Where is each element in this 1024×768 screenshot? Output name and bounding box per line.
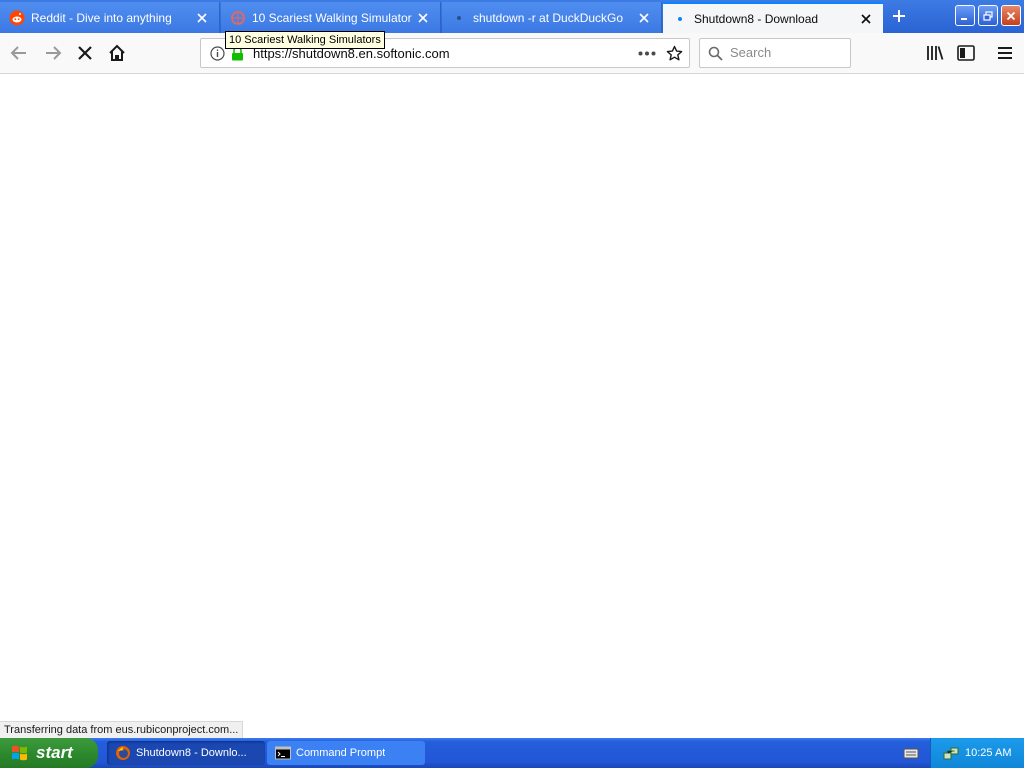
duckduckgo-icon — [451, 10, 467, 26]
start-label: start — [36, 743, 73, 762]
tab-title: Shutdown8 - Download — [694, 11, 819, 26]
forward-arrow-icon — [46, 46, 62, 60]
close-icon[interactable] — [191, 7, 213, 29]
firefox-icon — [116, 746, 130, 760]
page-content[interactable] — [0, 74, 1024, 738]
forward-button[interactable] — [38, 38, 68, 68]
system-tray: 10:25 AM — [930, 738, 1024, 768]
back-arrow-icon — [10, 46, 26, 60]
firefox-window: Reddit - Dive into anything 10 Scariest … — [0, 0, 1024, 738]
page-actions-icon[interactable] — [638, 51, 656, 56]
sidebar-icon — [957, 45, 975, 61]
tab-reddit[interactable]: Reddit - Dive into anything — [0, 2, 220, 33]
taskbar-item-firefox[interactable]: Shutdown8 - Downlo... — [107, 741, 265, 765]
stop-button[interactable] — [70, 38, 100, 68]
home-icon — [109, 44, 125, 61]
site-icon — [230, 10, 246, 26]
search-icon — [708, 46, 723, 61]
status-panel: Transferring data from eus.rubiconprojec… — [0, 721, 244, 738]
tab-strip: Reddit - Dive into anything 10 Scariest … — [0, 0, 1024, 33]
search-bar[interactable] — [699, 38, 851, 68]
windows-logo-icon — [12, 745, 27, 761]
restore-icon — [983, 10, 993, 21]
close-icon[interactable] — [633, 7, 655, 29]
window-close-button[interactable] — [1001, 5, 1021, 26]
tab-tooltip: 10 Scariest Walking Simulators — [225, 31, 385, 49]
new-tab-button[interactable] — [884, 2, 914, 30]
plus-icon — [893, 10, 905, 22]
taskbar-item-label: Shutdown8 - Downlo... — [136, 747, 247, 759]
restore-button[interactable] — [978, 5, 998, 26]
clock: 10:25 AM — [965, 747, 1012, 759]
stop-icon — [78, 46, 92, 60]
navigation-toolbar: https://shutdown8.en.softonic.com — [0, 33, 1024, 74]
tab-title: shutdown -r at DuckDuckGo — [473, 10, 624, 25]
close-icon[interactable] — [855, 8, 877, 30]
taskbar-item-command-prompt[interactable]: Command Prompt — [267, 741, 425, 765]
minimize-button[interactable] — [955, 5, 975, 26]
reddit-icon — [9, 10, 25, 26]
back-button[interactable] — [4, 38, 34, 68]
taskbar: start Shutdown8 - Downlo... Command Prom… — [0, 738, 1024, 768]
keyboard-icon[interactable] — [903, 745, 919, 761]
close-icon[interactable] — [412, 7, 434, 29]
tab-title: 10 Scariest Walking Simulators — [252, 10, 412, 25]
command-prompt-icon — [275, 746, 291, 760]
start-button[interactable]: start — [0, 738, 98, 768]
tab-walking-simulators[interactable]: 10 Scariest Walking Simulators — [221, 2, 441, 33]
tab-duckduckgo[interactable]: shutdown -r at DuckDuckGo — [442, 2, 662, 33]
home-button[interactable] — [102, 38, 132, 68]
sidebar-button[interactable] — [951, 38, 981, 68]
network-icon[interactable] — [943, 745, 959, 761]
hamburger-menu-icon — [998, 47, 1012, 59]
menu-button[interactable] — [990, 38, 1020, 68]
taskbar-item-label: Command Prompt — [296, 747, 386, 759]
loading-icon — [672, 11, 688, 27]
bookmark-star-icon[interactable] — [666, 45, 683, 62]
close-icon — [1006, 11, 1016, 20]
info-icon[interactable] — [210, 46, 225, 61]
minimize-icon — [961, 17, 967, 20]
search-input[interactable] — [730, 45, 845, 60]
library-icon — [927, 46, 944, 60]
tab-shutdown8[interactable]: Shutdown8 - Download — [663, 2, 883, 33]
tab-title: Reddit - Dive into anything — [31, 10, 172, 25]
library-button[interactable] — [920, 38, 950, 68]
